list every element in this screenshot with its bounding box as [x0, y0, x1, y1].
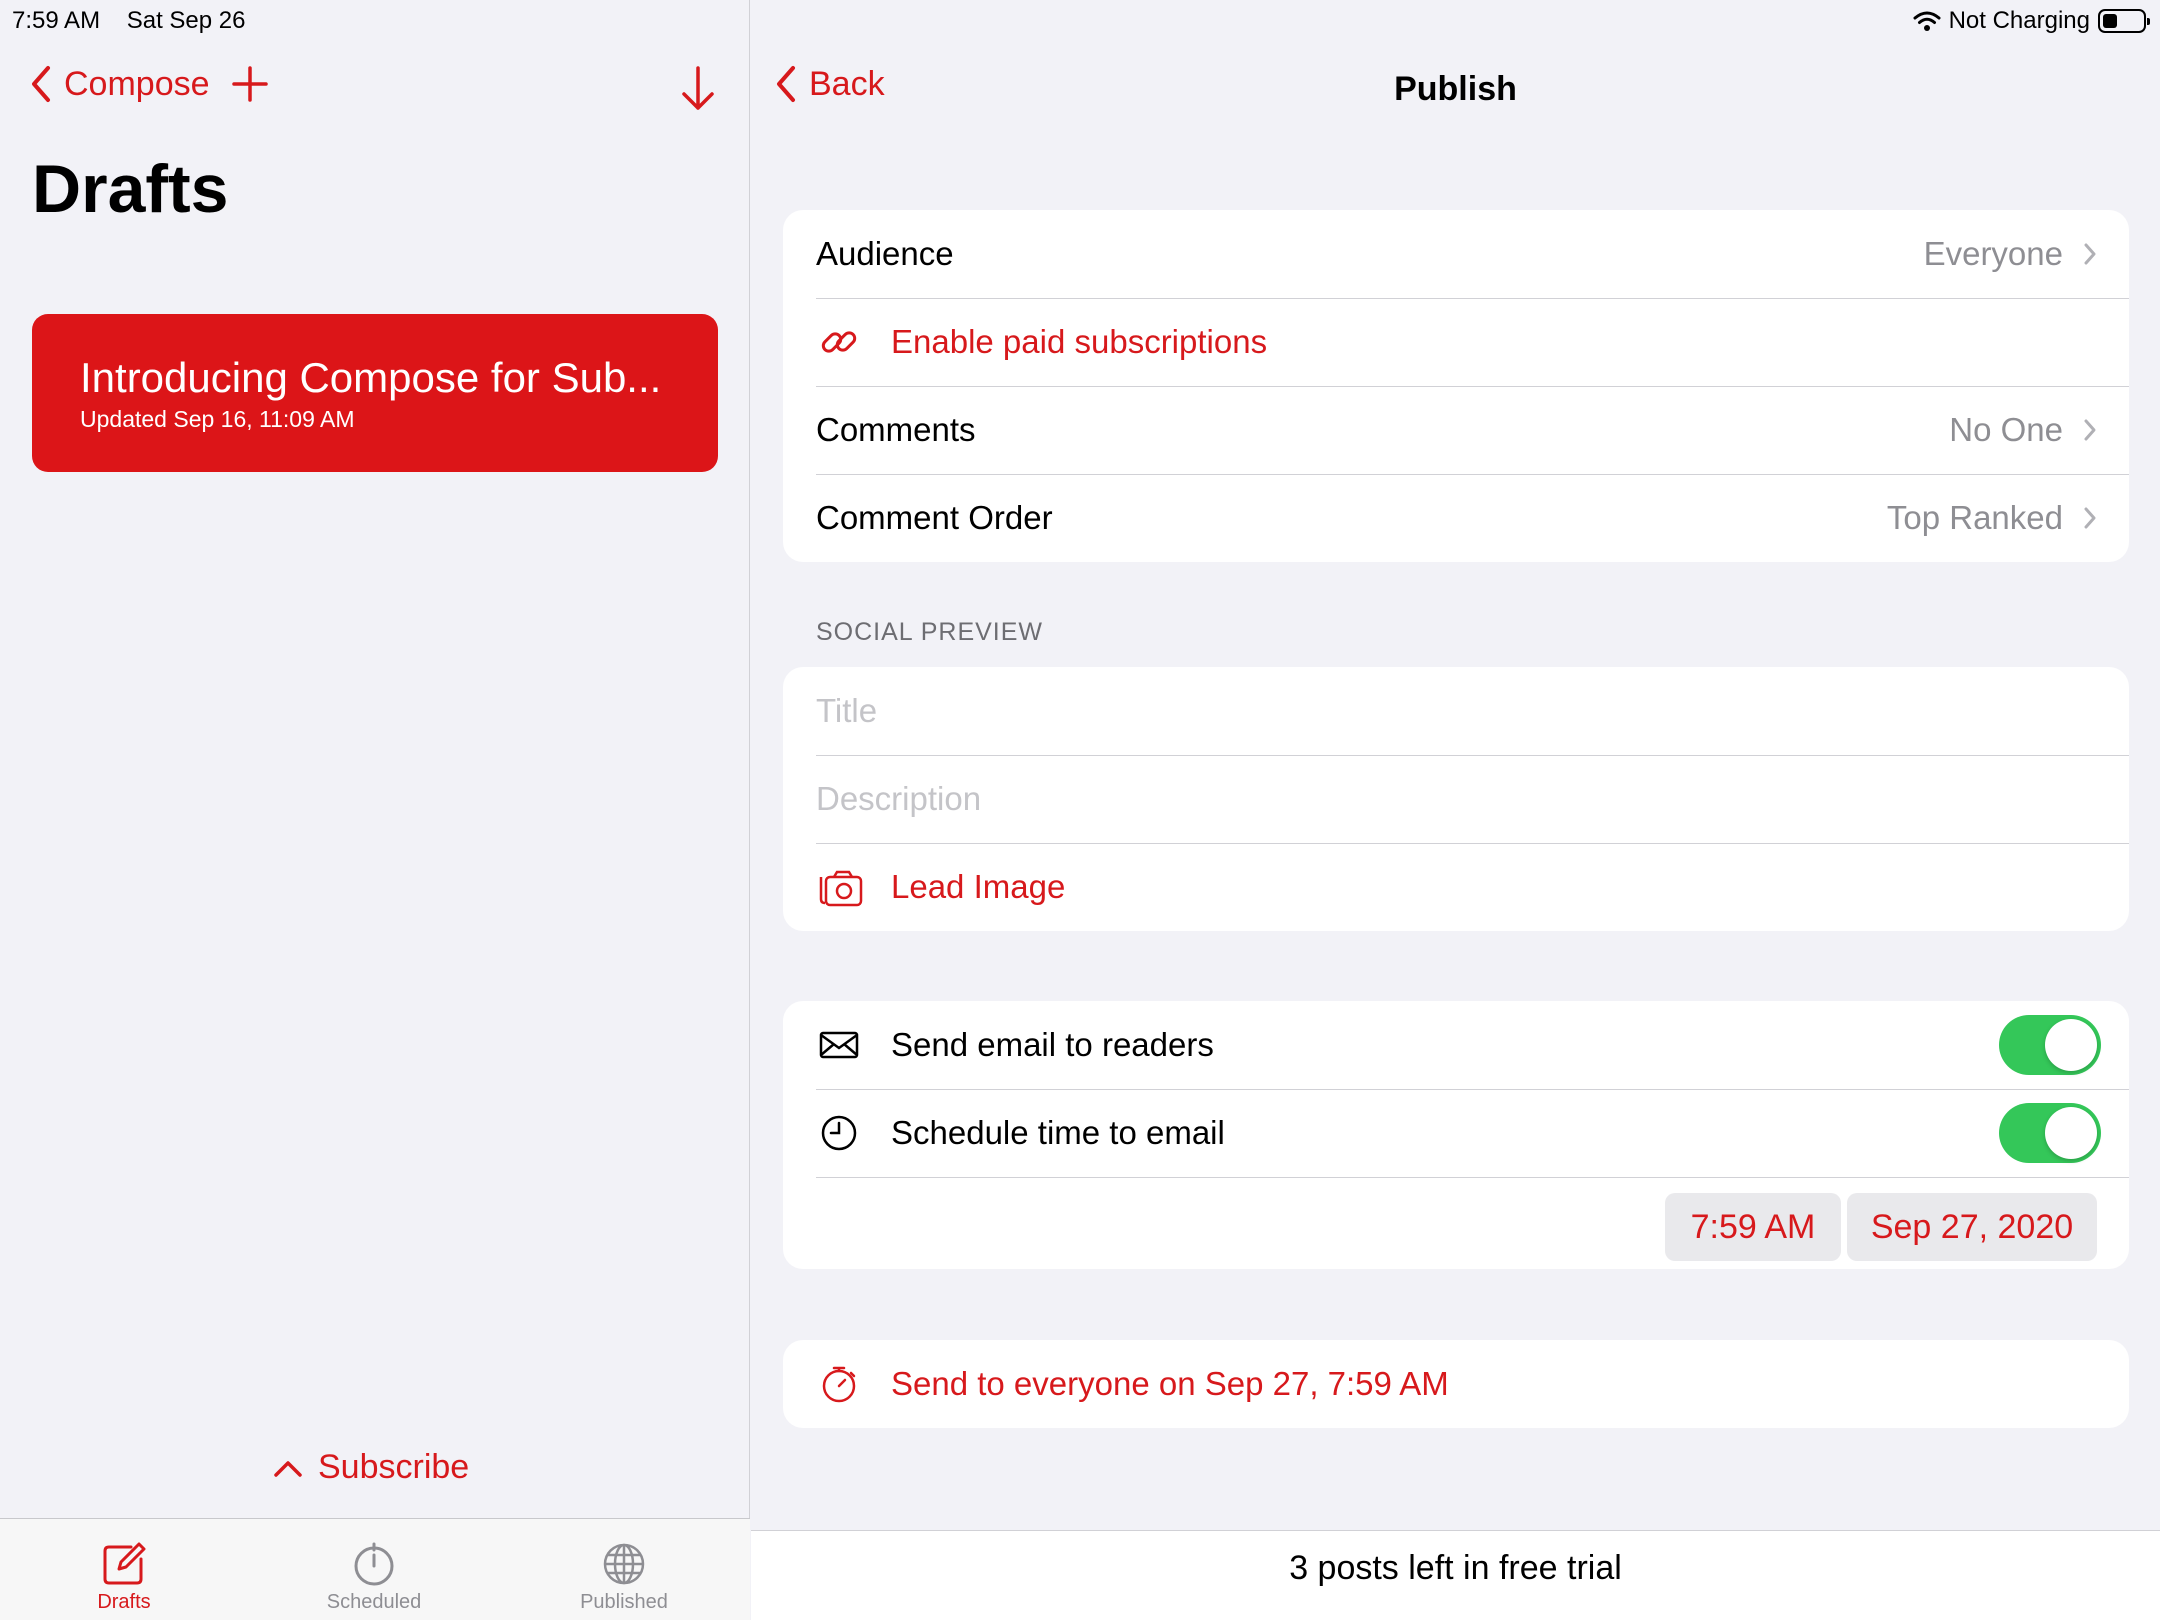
social-description-field[interactable]: Description — [783, 755, 2129, 843]
free-trial-footer: 3 posts left in free trial — [751, 1530, 2160, 1620]
tab-drafts[interactable]: Drafts — [34, 1541, 214, 1614]
enable-paid-subscriptions-row[interactable]: Enable paid subscriptions — [783, 298, 2129, 386]
stopwatch-icon — [822, 1366, 856, 1403]
time-picker[interactable]: 7:59 AM — [1665, 1193, 1841, 1261]
schedule-picker-row: 7:59 AM Sep 27, 2020 — [783, 1177, 2129, 1269]
photo-camera-icon — [819, 870, 863, 907]
tab-bar: Drafts Scheduled Published — [0, 1518, 750, 1620]
schedule-email-toggle[interactable] — [1999, 1103, 2101, 1163]
draft-title: Introducing Compose for Sub... — [80, 354, 662, 401]
enable-paid-subscriptions-label: Enable paid subscriptions — [891, 323, 1268, 360]
stopwatch-icon — [354, 1542, 394, 1586]
clock-icon — [821, 1115, 857, 1151]
send-button-label: Send to everyone on Sep 27, 7:59 AM — [891, 1365, 1449, 1402]
draft-card[interactable]: Introducing Compose for Sub... Updated S… — [32, 314, 718, 472]
status-right: Not Charging — [1913, 7, 2150, 35]
tab-scheduled-label: Scheduled — [326, 1591, 422, 1613]
charging-status: Not Charging — [1948, 7, 2090, 34]
comment-order-value: Top Ranked — [1886, 499, 2063, 536]
draft-updated: Updated Sep 16, 11:09 AM — [80, 406, 355, 432]
tab-published[interactable]: Published — [534, 1541, 714, 1614]
chevron-right-icon — [2084, 507, 2096, 529]
status-bar: 7:59 AM Sat Sep 26 Not Charging — [0, 0, 2160, 40]
comments-row[interactable]: Comments No One — [783, 386, 2129, 474]
envelope-icon — [819, 1031, 859, 1059]
comments-label: Comments — [816, 411, 976, 448]
subscribe-button[interactable]: Subscribe — [272, 1448, 469, 1487]
page-title: Publish — [1394, 70, 1517, 108]
tab-published-label: Published — [580, 1591, 668, 1613]
send-group: Send to everyone on Sep 27, 7:59 AM — [783, 1340, 2129, 1428]
sidebar: Compose Drafts Introducing Compose for S… — [0, 0, 750, 1620]
publish-detail: Back Publish Audience Everyone Enable pa… — [751, 0, 2160, 1620]
lead-image-row[interactable]: Lead Image — [783, 843, 2129, 931]
send-email-label: Send email to readers — [891, 1026, 1214, 1063]
link-icon — [821, 331, 857, 353]
email-group: Send email to readers Schedule time to e… — [783, 1001, 2129, 1269]
status-time: 7:59 AM — [12, 7, 101, 34]
chevron-right-icon — [2084, 243, 2096, 265]
send-email-toggle[interactable] — [1999, 1015, 2101, 1075]
battery-icon — [2098, 9, 2150, 33]
chevron-left-icon — [32, 66, 50, 102]
social-preview-header: SOCIAL PREVIEW — [816, 618, 1044, 646]
plus-icon[interactable] — [230, 64, 270, 104]
tab-drafts-label: Drafts — [97, 1591, 151, 1613]
status-left: 7:59 AM Sat Sep 26 — [12, 7, 266, 35]
comment-order-label: Comment Order — [816, 499, 1053, 536]
chevron-right-icon — [2084, 419, 2096, 441]
compose-back-label: Compose — [64, 64, 210, 103]
settings-group: Audience Everyone Enable paid subscripti… — [783, 210, 2129, 562]
send-button[interactable]: Send to everyone on Sep 27, 7:59 AM — [783, 1340, 2129, 1428]
lead-image-label: Lead Image — [891, 868, 1066, 905]
compose-back-button[interactable]: Compose — [28, 64, 270, 104]
date-picker[interactable]: Sep 27, 2020 — [1847, 1193, 2097, 1261]
comment-order-row[interactable]: Comment Order Top Ranked — [783, 474, 2129, 562]
tab-scheduled[interactable]: Scheduled — [284, 1541, 464, 1614]
audience-row[interactable]: Audience Everyone — [783, 210, 2129, 298]
social-preview-group: Title Description Lead Image — [783, 667, 2129, 931]
audience-value: Everyone — [1923, 235, 2063, 272]
social-title-field[interactable]: Title — [783, 667, 2129, 755]
wifi-icon — [1913, 11, 1941, 31]
schedule-email-row: Schedule time to email — [783, 1089, 2129, 1177]
send-email-row: Send email to readers — [783, 1001, 2129, 1089]
subscribe-label: Subscribe — [318, 1448, 470, 1486]
chevron-up-icon — [274, 1460, 302, 1477]
free-trial-text: 3 posts left in free trial — [1289, 1549, 1622, 1587]
globe-icon — [603, 1543, 645, 1585]
audience-label: Audience — [816, 235, 954, 272]
comments-value: No One — [1949, 411, 2063, 448]
schedule-email-label: Schedule time to email — [891, 1114, 1225, 1151]
download-arrow-icon[interactable] — [678, 64, 718, 114]
compose-icon — [103, 1542, 146, 1585]
social-title-placeholder: Title — [816, 692, 878, 729]
status-date: Sat Sep 26 — [126, 7, 246, 34]
social-description-placeholder: Description — [816, 780, 982, 817]
page-title: Drafts — [32, 151, 229, 227]
